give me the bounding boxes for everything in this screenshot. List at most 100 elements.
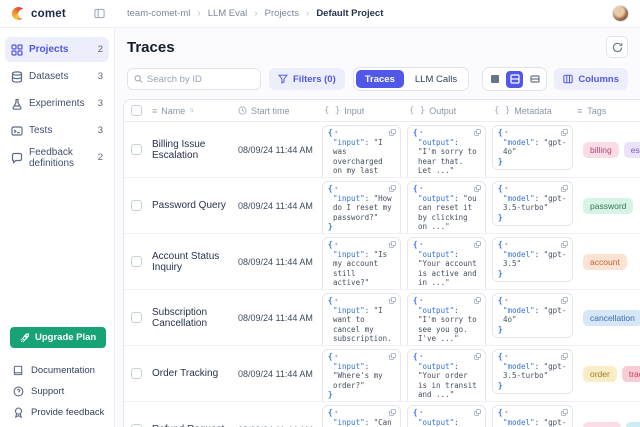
- column-header-tags[interactable]: Tags: [587, 106, 606, 116]
- tag[interactable]: order: [583, 366, 617, 382]
- chevron-down-icon[interactable]: ▾: [420, 186, 424, 192]
- json-cell-output[interactable]: { ▾ "output": "Your account is active an…: [407, 237, 486, 290]
- chevron-down-icon[interactable]: ▾: [505, 410, 509, 416]
- sidebar-item-experiments[interactable]: Experiments 3: [5, 91, 109, 116]
- chevron-down-icon[interactable]: ▾: [420, 130, 424, 136]
- table-row[interactable]: Account Status Inquiry 08/09/24 11:44 AM…: [124, 234, 640, 290]
- row-checkbox[interactable]: [131, 312, 142, 323]
- copy-icon[interactable]: [474, 129, 481, 136]
- copy-icon[interactable]: [561, 129, 568, 136]
- tag[interactable]: tracking: [622, 366, 640, 382]
- json-cell-metadata[interactable]: { ▾ "model": "gpt-4o" }: [492, 293, 573, 338]
- chevron-down-icon[interactable]: ▾: [335, 298, 339, 304]
- trace-name[interactable]: Subscription Cancellation: [152, 307, 232, 329]
- json-cell-output[interactable]: { ▾ "output": "ou can reset it by clicki…: [407, 181, 486, 234]
- chevron-down-icon[interactable]: ▾: [505, 298, 509, 304]
- copy-icon[interactable]: [389, 185, 396, 192]
- chevron-down-icon[interactable]: ▾: [505, 130, 509, 136]
- sidebar-item-provide-feedback[interactable]: Provide feedback: [0, 402, 114, 423]
- json-cell-output[interactable]: { ▾ "output": "Your order is in transit …: [407, 349, 486, 402]
- copy-icon[interactable]: [474, 409, 481, 416]
- column-header-metadata[interactable]: Metadata: [514, 106, 552, 116]
- copy-icon[interactable]: [561, 297, 568, 304]
- row-checkbox[interactable]: [131, 200, 142, 211]
- copy-icon[interactable]: [474, 353, 481, 360]
- search-box[interactable]: [127, 68, 261, 90]
- tag[interactable]: escalation: [624, 142, 640, 158]
- row-height-small-button[interactable]: [486, 71, 503, 88]
- copy-icon[interactable]: [561, 241, 568, 248]
- row-height-medium-button[interactable]: [506, 71, 523, 88]
- table-row[interactable]: Password Query 08/09/24 11:44 AM { ▾ "in…: [124, 178, 640, 234]
- table-row[interactable]: Subscription Cancellation 08/09/24 11:44…: [124, 290, 640, 346]
- tag[interactable]: request: [626, 422, 640, 427]
- search-input[interactable]: [147, 74, 254, 85]
- row-checkbox[interactable]: [131, 368, 142, 379]
- chevron-down-icon[interactable]: ▾: [420, 354, 424, 360]
- table-row[interactable]: Order Tracking 08/09/24 11:44 AM { ▾ "in…: [124, 346, 640, 402]
- filters-button[interactable]: Filters (0): [269, 68, 345, 90]
- column-header-output[interactable]: Output: [429, 106, 456, 116]
- trace-name[interactable]: Billing Issue Escalation: [152, 139, 232, 161]
- json-cell-input[interactable]: { ▾ "input": "Is my account still active…: [322, 237, 401, 290]
- chevron-down-icon[interactable]: ▾: [420, 298, 424, 304]
- chevron-down-icon[interactable]: ▾: [335, 186, 339, 192]
- row-height-large-button[interactable]: [526, 71, 543, 88]
- row-checkbox[interactable]: [131, 144, 142, 155]
- tab-traces[interactable]: Traces: [356, 70, 404, 88]
- chevron-down-icon[interactable]: ▾: [420, 242, 424, 248]
- json-cell-output[interactable]: { ▾ "output": "I'm sorry to hear that. L…: [407, 125, 486, 178]
- sidebar-item-support[interactable]: Support: [0, 381, 114, 402]
- columns-button[interactable]: Columns: [554, 68, 628, 90]
- copy-icon[interactable]: [561, 409, 568, 416]
- select-all-checkbox[interactable]: [131, 105, 142, 116]
- avatar[interactable]: [612, 5, 629, 22]
- sidebar-item-datasets[interactable]: Datasets 3: [5, 64, 109, 89]
- json-cell-input[interactable]: { ▾ "input": "How do I reset my password…: [322, 181, 401, 234]
- json-cell-output[interactable]: { ▾ "output": "I'm sorry to see you go. …: [407, 293, 486, 346]
- tag[interactable]: password: [583, 198, 633, 214]
- trace-name[interactable]: Order Tracking: [152, 368, 218, 379]
- row-checkbox[interactable]: [131, 256, 142, 267]
- chevron-down-icon[interactable]: ▾: [505, 242, 509, 248]
- tag[interactable]: account: [583, 254, 627, 270]
- column-header-start-time[interactable]: Start time: [251, 106, 290, 116]
- sort-icon[interactable]: ↑↓: [189, 107, 192, 114]
- json-cell-output[interactable]: { ▾ "output": "I've submitted your refun…: [407, 405, 486, 427]
- column-header-name[interactable]: Name: [161, 106, 185, 116]
- sidebar-collapse-icon[interactable]: [94, 8, 105, 19]
- chevron-down-icon[interactable]: ▾: [505, 186, 509, 192]
- tab-llm-calls[interactable]: LLM Calls: [406, 70, 466, 88]
- sidebar-item-tests[interactable]: Tests 3: [5, 118, 109, 143]
- table-row[interactable]: Billing Issue Escalation 08/09/24 11:44 …: [124, 122, 640, 178]
- copy-icon[interactable]: [389, 353, 396, 360]
- copy-icon[interactable]: [474, 241, 481, 248]
- json-cell-metadata[interactable]: { ▾ "model": "gpt-3.5-turbo" }: [492, 349, 573, 394]
- copy-icon[interactable]: [561, 185, 568, 192]
- breadcrumb-projects[interactable]: Projects: [265, 8, 299, 19]
- table-row[interactable]: Refund Request 08/09/24 11:44 AM { ▾ "in…: [124, 402, 640, 427]
- json-cell-metadata[interactable]: { ▾ "model": "gpt-4o" }: [492, 125, 573, 170]
- chevron-down-icon[interactable]: ▾: [335, 354, 339, 360]
- upgrade-plan-button[interactable]: Upgrade Plan: [10, 327, 106, 348]
- copy-icon[interactable]: [474, 297, 481, 304]
- breadcrumb-llm-eval[interactable]: LLM Eval: [208, 8, 248, 19]
- json-cell-input[interactable]: { ▾ "input": "Can I get a refund for my …: [322, 405, 401, 427]
- trace-name[interactable]: Account Status Inquiry: [152, 251, 232, 273]
- copy-icon[interactable]: [561, 353, 568, 360]
- json-cell-metadata[interactable]: { ▾ "model": "gpt-3.5" }: [492, 405, 573, 427]
- chevron-down-icon[interactable]: ▾: [335, 410, 339, 416]
- copy-icon[interactable]: [389, 409, 396, 416]
- copy-icon[interactable]: [389, 241, 396, 248]
- json-cell-metadata[interactable]: { ▾ "model": "gpt-3.5" }: [492, 237, 573, 282]
- json-cell-metadata[interactable]: { ▾ "model": "gpt-3.5-turbo" }: [492, 181, 573, 226]
- sidebar-item-feedback-definitions[interactable]: Feedback definitions 2: [5, 145, 109, 170]
- chevron-down-icon[interactable]: ▾: [420, 410, 424, 416]
- tag[interactable]: billing: [583, 142, 619, 158]
- json-cell-input[interactable]: { ▾ "input": "I was overcharged on my la…: [322, 125, 401, 178]
- column-header-input[interactable]: Input: [344, 106, 364, 116]
- refresh-button[interactable]: [606, 36, 628, 58]
- tag[interactable]: refund: [583, 422, 621, 427]
- trace-name[interactable]: Password Query: [152, 200, 226, 211]
- copy-icon[interactable]: [389, 297, 396, 304]
